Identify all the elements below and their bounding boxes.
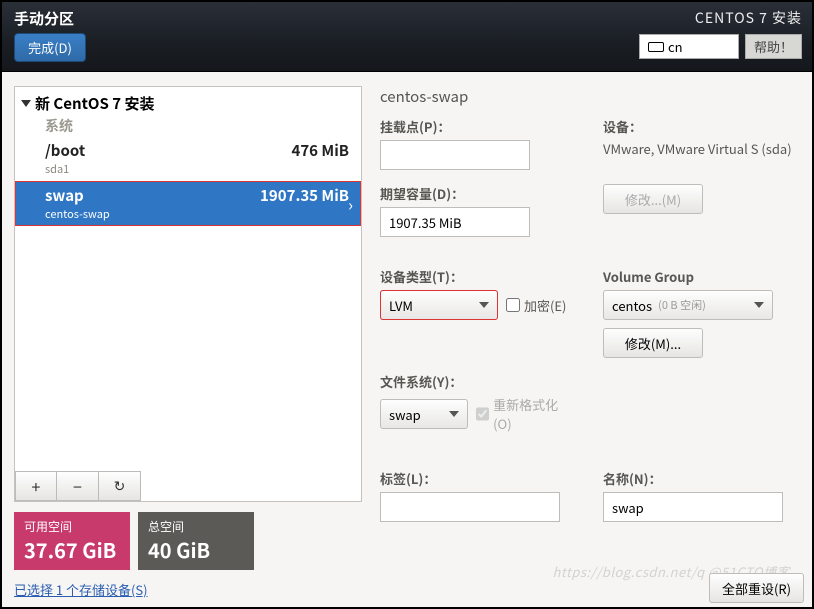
keyboard-layout: cn [668,37,683,56]
keyboard-indicator[interactable]: cn [639,34,739,59]
capacity-label: 期望容量(D)： [380,184,573,203]
encrypt-checkbox[interactable]: 加密(E) [506,296,566,315]
chevron-down-icon [479,302,489,308]
help-button[interactable]: 帮助！ [745,34,802,59]
reformat-checkbox: 重新格式化(O) [476,395,573,433]
encrypt-label: 加密(E) [524,296,566,315]
total-space-value: 40 GiB [148,535,244,564]
tag-input[interactable] [380,492,560,522]
space-summary: 可用空间 37.67 GiB 总空间 40 GiB [14,512,362,570]
install-title: 新 CentOS 7 安装 [35,93,154,114]
mountpoint-input[interactable] [380,140,530,170]
partition-name: /boot [45,140,85,161]
mountpoint-label: 挂载点(P)： [380,117,573,136]
tag-label: 标签(L)： [380,469,573,488]
available-space-value: 37.67 GiB [24,535,120,564]
storage-devices-link[interactable]: 已选择 1 个存储设备(S) [14,580,362,599]
partition-tree: 新 CentOS 7 安装 系统 /boot 476 MiB sda1 swap [14,86,362,502]
filesystem-label: 文件系统(Y)： [380,372,573,391]
capacity-input[interactable] [380,207,530,237]
volume-group-value: centos [612,296,652,315]
device-type-label: 设备类型(T)： [380,267,573,286]
available-space-box: 可用空间 37.67 GiB [14,512,130,570]
name-label: 名称(N)： [603,469,796,488]
system-group: 系统 [15,116,361,136]
encrypt-input[interactable] [506,298,520,312]
panel-title: centos-swap [380,86,796,107]
partition-name: swap [45,185,84,206]
device-label: 设备： [603,117,796,136]
partition-device: sda1 [45,161,349,177]
reset-all-button[interactable]: 全部重设(R) [709,573,804,603]
chevron-down-icon [754,302,764,308]
installer-title: CENTOS 7 安装 [695,8,802,28]
triangle-down-icon [21,100,31,107]
reload-button[interactable]: ↻ [99,471,141,501]
partition-item-boot[interactable]: /boot 476 MiB sda1 [15,136,361,181]
tree-toolbar: + − ↻ [15,471,361,501]
reformat-label: 重新格式化(O) [493,395,573,433]
total-space-label: 总空间 [148,518,244,535]
available-space-label: 可用空间 [24,518,120,535]
keyboard-icon [648,42,664,52]
device-type-select[interactable]: LVM [380,290,498,320]
modify-device-button: 修改...(M) [603,184,703,214]
volume-group-label: Volume Group [603,267,796,286]
modify-vg-button[interactable]: 修改(M)... [603,328,703,358]
partition-size: 476 MiB [291,140,349,161]
filesystem-value: swap [389,405,421,424]
reformat-input [476,407,489,421]
name-input[interactable] [603,492,783,522]
chevron-down-icon [449,411,459,417]
chevron-right-icon: › [348,192,353,216]
volume-group-free: (0 B 空闲) [658,297,706,313]
top-bar: 手动分区 完成(D) CENTOS 7 安装 cn 帮助！ [2,2,812,72]
partition-device: centos-swap [45,206,349,222]
device-text: VMware, VMware Virtual S (sda) [603,140,796,158]
partition-item-swap[interactable]: swap 1907.35 MiB centos-swap › [15,181,361,226]
device-type-value: LVM [389,296,413,315]
remove-partition-button[interactable]: − [57,471,99,501]
install-row[interactable]: 新 CentOS 7 安装 [15,87,361,116]
done-button[interactable]: 完成(D) [14,33,86,62]
volume-group-select[interactable]: centos (0 B 空闲) [603,290,773,320]
add-partition-button[interactable]: + [15,471,57,501]
page-title: 手动分区 [14,8,86,29]
filesystem-select[interactable]: swap [380,399,468,429]
partition-size: 1907.35 MiB [260,185,349,206]
total-space-box: 总空间 40 GiB [138,512,254,570]
